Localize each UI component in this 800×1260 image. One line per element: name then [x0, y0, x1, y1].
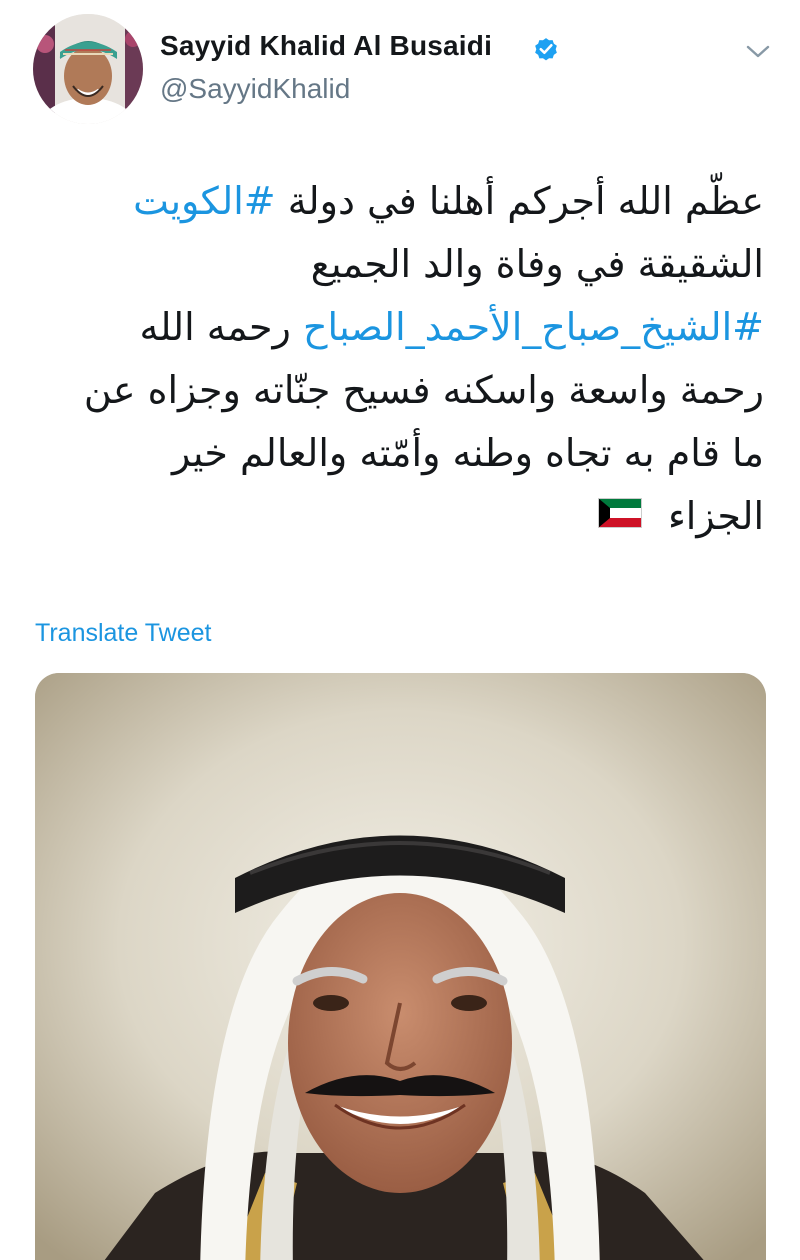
tweet-media-photo[interactable] [35, 673, 766, 1260]
profile-photo [33, 14, 143, 124]
tweet-card: Sayyid Khalid Al Busaidi @SayyidKhalid ع… [0, 0, 800, 1260]
kuwait-flag-icon [597, 497, 642, 528]
chevron-down-icon[interactable] [745, 43, 771, 61]
verified-badge-icon [535, 38, 557, 61]
tweet-text-line: عظّم الله أجركم أهلنا في دولة #الكويت [29, 170, 764, 233]
translate-tweet-link[interactable]: Translate Tweet [35, 619, 211, 648]
author-name[interactable]: Sayyid Khalid Al Busaidi [160, 30, 492, 62]
tweet-text-line: الجزاء [29, 485, 764, 548]
tweet-text-span: الجزاء [667, 494, 764, 538]
author-handle[interactable]: @SayyidKhalid [160, 73, 350, 105]
tweet-text-line: الشقيقة في وفاة والد الجميع [29, 233, 764, 296]
hashtag-link[interactable]: #الكويت [133, 179, 275, 223]
tweet-text: عظّم الله أجركم أهلنا في دولة #الكويت الش… [29, 170, 764, 548]
tweet-text-span: الشقيقة في وفاة والد الجميع [310, 242, 764, 286]
tweet-text-span: رحمة واسعة واسكنه فسيح جنّاته وجزاه عن [83, 368, 764, 412]
tweet-text-span: عظّم الله أجركم أهلنا في دولة [275, 179, 764, 223]
avatar[interactable] [33, 14, 143, 124]
tweet-text-span: ما قام به تجاه وطنه وأمّته والعالم خير [171, 431, 764, 475]
tweet-text-line: رحمة واسعة واسكنه فسيح جنّاته وجزاه عن [29, 359, 764, 422]
hashtag-link[interactable]: #الشيخ_صباح_الأحمد_الصباح [303, 305, 764, 349]
tweet-text-line: ما قام به تجاه وطنه وأمّته والعالم خير [29, 422, 764, 485]
tweet-text-line: #الشيخ_صباح_الأحمد_الصباح رحمه الله [29, 296, 764, 359]
portrait-photo [35, 673, 766, 1260]
tweet-text-span: رحمه الله [139, 305, 303, 349]
